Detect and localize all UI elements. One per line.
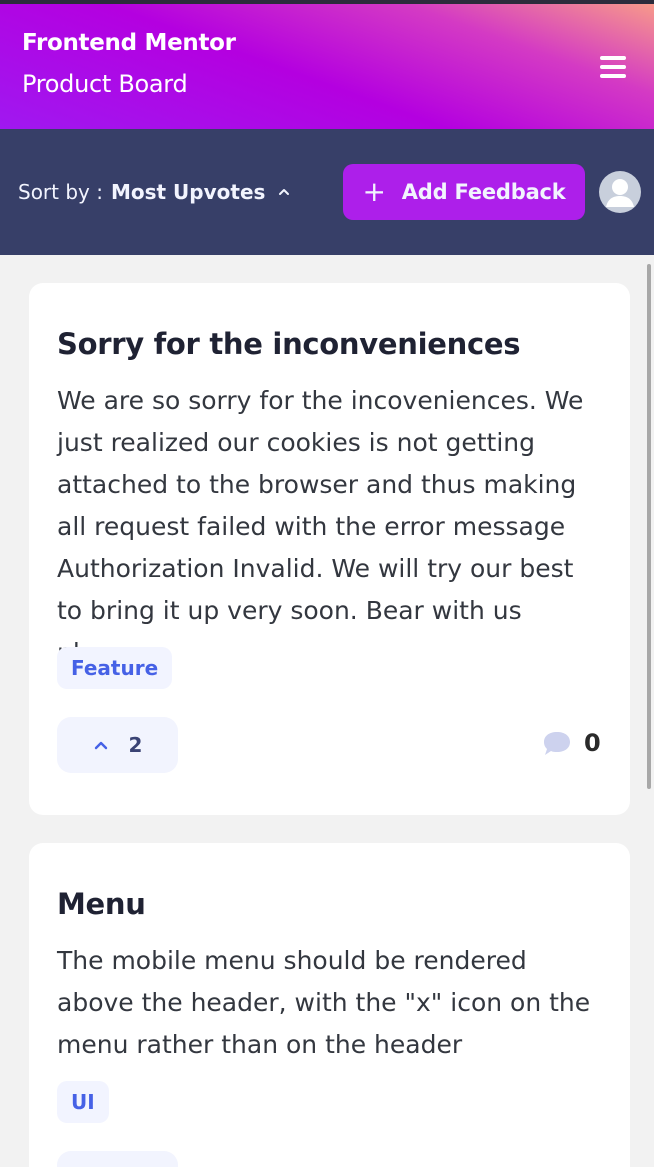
chevron-up-icon bbox=[279, 189, 290, 195]
plus-icon: + bbox=[362, 175, 386, 208]
feedback-title: Sorry for the inconveniences bbox=[57, 327, 521, 361]
sort-dropdown[interactable]: Sort by : Most Upvotes bbox=[18, 178, 291, 206]
sort-value: Most Upvotes bbox=[110, 180, 266, 204]
sort-label: Sort by : bbox=[18, 180, 103, 204]
upvote-button[interactable]: 2 bbox=[57, 717, 178, 773]
upvote-button[interactable] bbox=[57, 1151, 178, 1167]
comment-count: 0 bbox=[584, 729, 601, 757]
feedback-card[interactable]: Menu The mobile menu should be rendered … bbox=[29, 843, 630, 1167]
brand-subtitle: Product Board bbox=[22, 70, 188, 98]
user-icon bbox=[606, 179, 634, 207]
brand-name: Frontend Mentor bbox=[22, 30, 236, 56]
comments-count[interactable]: 0 bbox=[542, 729, 601, 757]
feedback-description: The mobile menu should be rendered above… bbox=[57, 946, 591, 1059]
add-feedback-button[interactable]: + Add Feedback bbox=[343, 164, 585, 220]
comment-bubble-icon bbox=[544, 732, 570, 755]
feedback-card[interactable]: Sorry for the inconveniences We are so s… bbox=[29, 283, 630, 815]
feedback-title: Menu bbox=[57, 887, 146, 921]
chevron-up-icon bbox=[94, 741, 107, 750]
hamburger-icon[interactable] bbox=[600, 56, 626, 78]
category-tag[interactable]: Feature bbox=[57, 647, 173, 689]
category-tag[interactable]: UI bbox=[57, 1081, 109, 1123]
user-avatar[interactable] bbox=[599, 171, 641, 213]
add-feedback-label: Add Feedback bbox=[401, 180, 566, 204]
scrollbar[interactable] bbox=[647, 264, 651, 789]
feedback-description: We are so sorry for the incoveniences. W… bbox=[57, 386, 584, 667]
app-header: Frontend Mentor Product Board bbox=[0, 4, 654, 129]
upvote-count: 2 bbox=[128, 733, 143, 757]
